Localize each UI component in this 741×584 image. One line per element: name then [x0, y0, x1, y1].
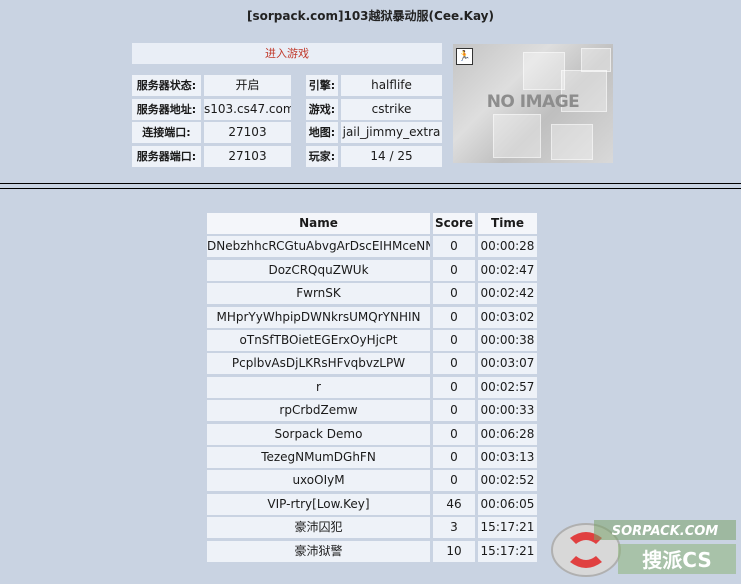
player-name-cell: DNebzhhcRCGtuAbvgArDscEIHMceNNH	[207, 236, 430, 257]
player-time-cell: 00:03:07	[478, 353, 537, 374]
players-value: 14 / 25	[341, 146, 442, 167]
server-port-label: 服务器端口:	[132, 146, 201, 167]
player-name-cell: MHprYyWhpipDWNkrsUMQrYNHIN	[207, 307, 430, 328]
player-name-cell: oTnSfTBOietEGErxOyHjcPt	[207, 330, 430, 351]
player-score-cell: 0	[433, 400, 475, 421]
player-name-cell: VIP-rtry[Low.Key]	[207, 494, 430, 515]
player-score-cell: 0	[433, 424, 475, 445]
sorpack-logo-watermark: SORPACK.COM 搜派CS	[551, 520, 736, 577]
game-value: cstrike	[341, 99, 442, 120]
watermark-brand-text: 搜派CS	[642, 548, 711, 572]
player-time-cell: 00:03:02	[478, 307, 537, 328]
map-preview-image: 🏃 NO IMAGE	[453, 44, 613, 163]
divider	[0, 183, 741, 184]
map-value: jail_jimmy_extra	[341, 122, 442, 143]
player-time-cell: 00:06:05	[478, 494, 537, 515]
player-score-cell: 3	[433, 517, 475, 538]
player-score-cell: 0	[433, 470, 475, 491]
player-time-cell: 00:02:42	[478, 283, 537, 304]
status-value: 开启	[204, 75, 291, 96]
player-score-cell: 0	[433, 307, 475, 328]
player-name-cell: 豪沛狱警	[207, 541, 430, 562]
status-label: 服务器状态:	[132, 75, 201, 96]
player-score-cell: 46	[433, 494, 475, 515]
player-name-cell: Sorpack Demo	[207, 424, 430, 445]
column-header-name: Name	[207, 213, 430, 234]
player-time-cell: 00:00:33	[478, 400, 537, 421]
address-label: 服务器地址:	[132, 99, 201, 120]
player-name-cell: FwrnSK	[207, 283, 430, 304]
game-label: 游戏:	[306, 99, 338, 120]
player-time-cell: 00:02:52	[478, 470, 537, 491]
column-header-time: Time	[478, 213, 537, 234]
player-time-cell: 00:00:38	[478, 330, 537, 351]
page-title: [sorpack.com]103越狱暴动服(Cee.Kay)	[247, 9, 494, 23]
player-name-cell: r	[207, 377, 430, 398]
engine-value: halflife	[341, 75, 442, 96]
player-time-cell: 00:00:28	[478, 236, 537, 257]
player-score-cell: 0	[433, 330, 475, 351]
player-time-cell: 00:03:13	[478, 447, 537, 468]
player-time-cell: 00:02:47	[478, 260, 537, 281]
player-time-cell: 15:17:21	[478, 541, 537, 562]
divider	[0, 188, 741, 189]
player-score-cell: 0	[433, 283, 475, 304]
player-score-cell: 0	[433, 447, 475, 468]
player-time-cell: 00:02:57	[478, 377, 537, 398]
address-value: s103.cs47.com	[204, 99, 291, 120]
connect-port-label: 连接端口:	[132, 122, 201, 143]
player-name-cell: DozCRQquZWUk	[207, 260, 430, 281]
player-time-cell: 00:06:28	[478, 424, 537, 445]
player-time-cell: 15:17:21	[478, 517, 537, 538]
player-name-cell: rpCrbdZemw	[207, 400, 430, 421]
player-score-cell: 10	[433, 541, 475, 562]
connect-port-value: 27103	[204, 122, 291, 143]
player-name-cell: PcplbvAsDjLKRsHFvqbvzLPW	[207, 353, 430, 374]
player-score-cell: 0	[433, 236, 475, 257]
player-score-cell: 0	[433, 260, 475, 281]
column-header-score: Score	[433, 213, 475, 234]
map-label: 地图:	[306, 122, 338, 143]
server-port-value: 27103	[204, 146, 291, 167]
counter-strike-icon: 🏃	[456, 48, 473, 65]
watermark-site-text: SORPACK.COM	[612, 524, 719, 539]
players-label: 玩家:	[306, 146, 338, 167]
no-image-text: NO IMAGE	[486, 92, 580, 112]
player-score-cell: 0	[433, 353, 475, 374]
player-score-cell: 0	[433, 377, 475, 398]
engine-label: 引擎:	[306, 75, 338, 96]
player-name-cell: 豪沛囚犯	[207, 517, 430, 538]
enter-game-link[interactable]: 进入游戏	[132, 43, 442, 64]
player-name-cell: TezegNMumDGhFN	[207, 447, 430, 468]
player-name-cell: uxoOIyM	[207, 470, 430, 491]
